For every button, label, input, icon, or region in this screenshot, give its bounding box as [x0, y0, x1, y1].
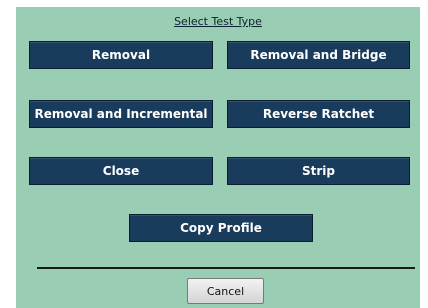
cancel-button[interactable]: Cancel — [187, 278, 264, 304]
removal-and-incremental-button[interactable]: Removal and Incremental — [29, 100, 213, 128]
removal-and-bridge-button[interactable]: Removal and Bridge — [227, 41, 410, 69]
divider — [37, 267, 415, 269]
dialog-title: Select Test Type — [174, 15, 262, 28]
reverse-ratchet-button[interactable]: Reverse Ratchet — [227, 100, 410, 128]
strip-button[interactable]: Strip — [227, 157, 410, 185]
removal-button[interactable]: Removal — [29, 41, 213, 69]
close-button[interactable]: Close — [29, 157, 213, 185]
select-test-type-dialog: Select Test Type Removal Removal and Bri… — [16, 7, 420, 308]
copy-profile-button[interactable]: Copy Profile — [129, 214, 313, 242]
